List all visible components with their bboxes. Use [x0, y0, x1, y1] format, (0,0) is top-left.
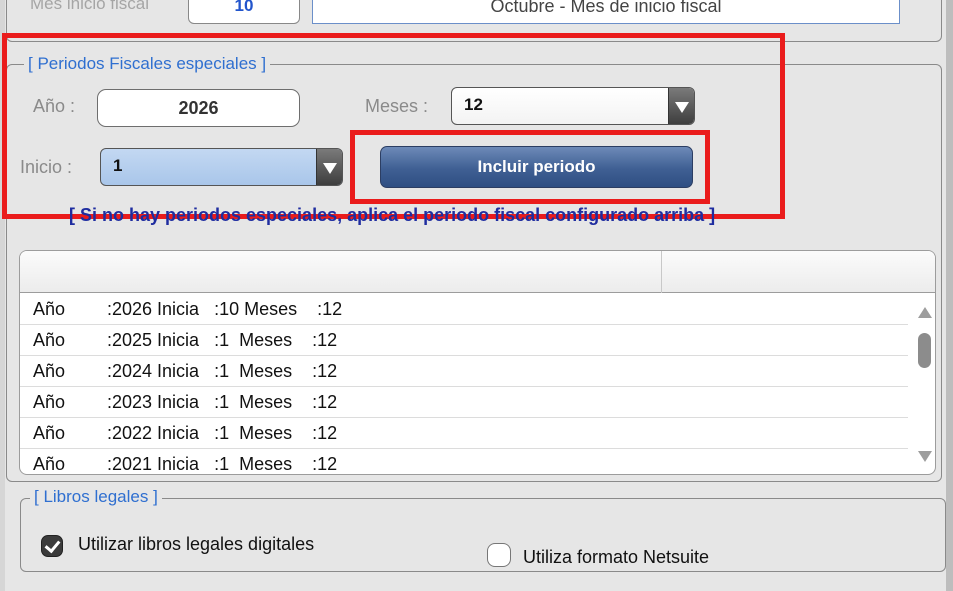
table-row[interactable]: Año :2022 Inicia :1 Meses :12 [20, 418, 908, 449]
netsuite-format-checkbox[interactable] [487, 543, 511, 567]
table-row[interactable]: Año :2023 Inicia :1 Meses :12 [20, 387, 908, 418]
digital-books-checkbox[interactable] [41, 535, 63, 557]
highlight-box-button [350, 130, 710, 204]
netsuite-format-label[interactable]: Utiliza formato Netsuite [523, 547, 709, 568]
scroll-down-icon[interactable] [918, 451, 932, 462]
window-right-edge [946, 0, 953, 591]
row-details: :2022 Inicia :1 Meses :12 [107, 423, 338, 443]
row-details: :2023 Inicia :1 Meses :12 [107, 392, 338, 412]
periods-table: Año :2026 Inicia :10 Meses :12 Año :2025… [19, 250, 936, 475]
row-year-label: Año [33, 361, 66, 381]
row-details: :2026 Inicia :10 Meses :12 [107, 299, 343, 319]
row-year-label: Año [33, 423, 66, 443]
fiscal-start-month-number[interactable]: 10 [188, 0, 300, 24]
fiscal-start-month-text[interactable]: Octubre - Mes de inicio fiscal [312, 0, 900, 24]
table-header [20, 251, 935, 293]
row-year-label: Año [33, 392, 66, 412]
legal-books-legend: [ Libros legales ] [30, 487, 162, 507]
digital-books-label[interactable]: Utilizar libros legales digitales [78, 534, 314, 555]
column-divider[interactable] [661, 251, 662, 293]
row-details: :2025 Inicia :1 Meses :12 [107, 330, 338, 350]
scroll-thumb[interactable] [918, 333, 931, 368]
row-year-label: Año [33, 454, 66, 474]
row-year-label: Año [33, 330, 66, 350]
row-details: :2021 Inicia :1 Meses :12 [107, 454, 338, 474]
special-periods-note: [ Si no hay periodos especiales, aplica … [69, 205, 716, 225]
table-scrollbar[interactable] [910, 293, 935, 474]
fiscal-start-label: Mes inicio fiscal [30, 0, 150, 13]
row-year-label: Año [33, 299, 66, 319]
table-row[interactable]: Año :2021 Inicia :1 Meses :12 [20, 449, 908, 474]
row-details: :2024 Inicia :1 Meses :12 [107, 361, 338, 381]
scroll-up-icon[interactable] [918, 307, 932, 318]
table-row[interactable]: Año :2026 Inicia :10 Meses :12 [20, 294, 908, 325]
table-row[interactable]: Año :2024 Inicia :1 Meses :12 [20, 356, 908, 387]
table-row[interactable]: Año :2025 Inicia :1 Meses :12 [20, 325, 908, 356]
